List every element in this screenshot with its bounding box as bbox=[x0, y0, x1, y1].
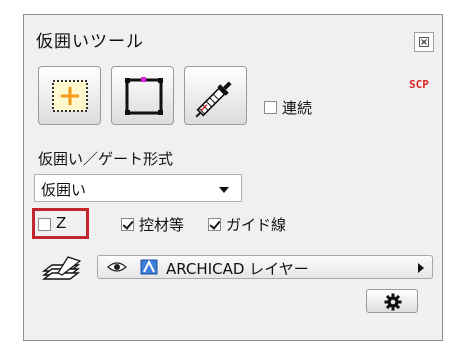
settings-button[interactable] bbox=[366, 289, 418, 313]
form-type-label: 仮囲い／ゲート形式 bbox=[38, 150, 174, 168]
archicad-layer-icon bbox=[140, 259, 158, 275]
form-type-value: 仮囲い bbox=[41, 181, 87, 199]
eye-icon bbox=[107, 262, 127, 272]
guide-line-label: ガイド線 bbox=[226, 216, 287, 234]
hikae-checkbox[interactable] bbox=[121, 218, 134, 231]
layer-selector[interactable]: ARCHICAD レイヤー bbox=[97, 255, 433, 279]
add-fence-tool-button[interactable] bbox=[38, 66, 101, 125]
z-label: Z bbox=[56, 214, 67, 232]
close-icon bbox=[419, 37, 429, 47]
gear-icon bbox=[384, 293, 402, 311]
continuous-checkbox[interactable] bbox=[264, 101, 277, 114]
panel-title: 仮囲いツール bbox=[36, 32, 144, 52]
scp-badge: SCP bbox=[409, 78, 429, 91]
guide-line-checkbox[interactable] bbox=[208, 218, 221, 231]
eyedropper-icon bbox=[195, 81, 232, 118]
eyedropper-tool-button[interactable] bbox=[184, 66, 247, 125]
continuous-label: 連続 bbox=[282, 99, 313, 117]
add-selection-icon bbox=[52, 80, 88, 112]
close-button[interactable] bbox=[414, 32, 434, 52]
rectangle-tool-button[interactable] bbox=[111, 66, 174, 125]
chevron-down-icon bbox=[219, 187, 229, 193]
layer-value: ARCHICAD レイヤー bbox=[166, 260, 309, 278]
form-type-select[interactable]: 仮囲い bbox=[34, 174, 242, 202]
chevron-right-icon bbox=[418, 263, 424, 273]
z-checkbox[interactable] bbox=[38, 218, 51, 231]
tool-panel: 仮囲いツール SCP 連続 仮囲い／ゲート形式 仮囲い Z 控材等 ガイド線 A… bbox=[23, 14, 443, 341]
hikae-label: 控材等 bbox=[139, 216, 185, 234]
layers-icon bbox=[41, 256, 82, 280]
rectangle-outline-icon bbox=[125, 77, 163, 115]
